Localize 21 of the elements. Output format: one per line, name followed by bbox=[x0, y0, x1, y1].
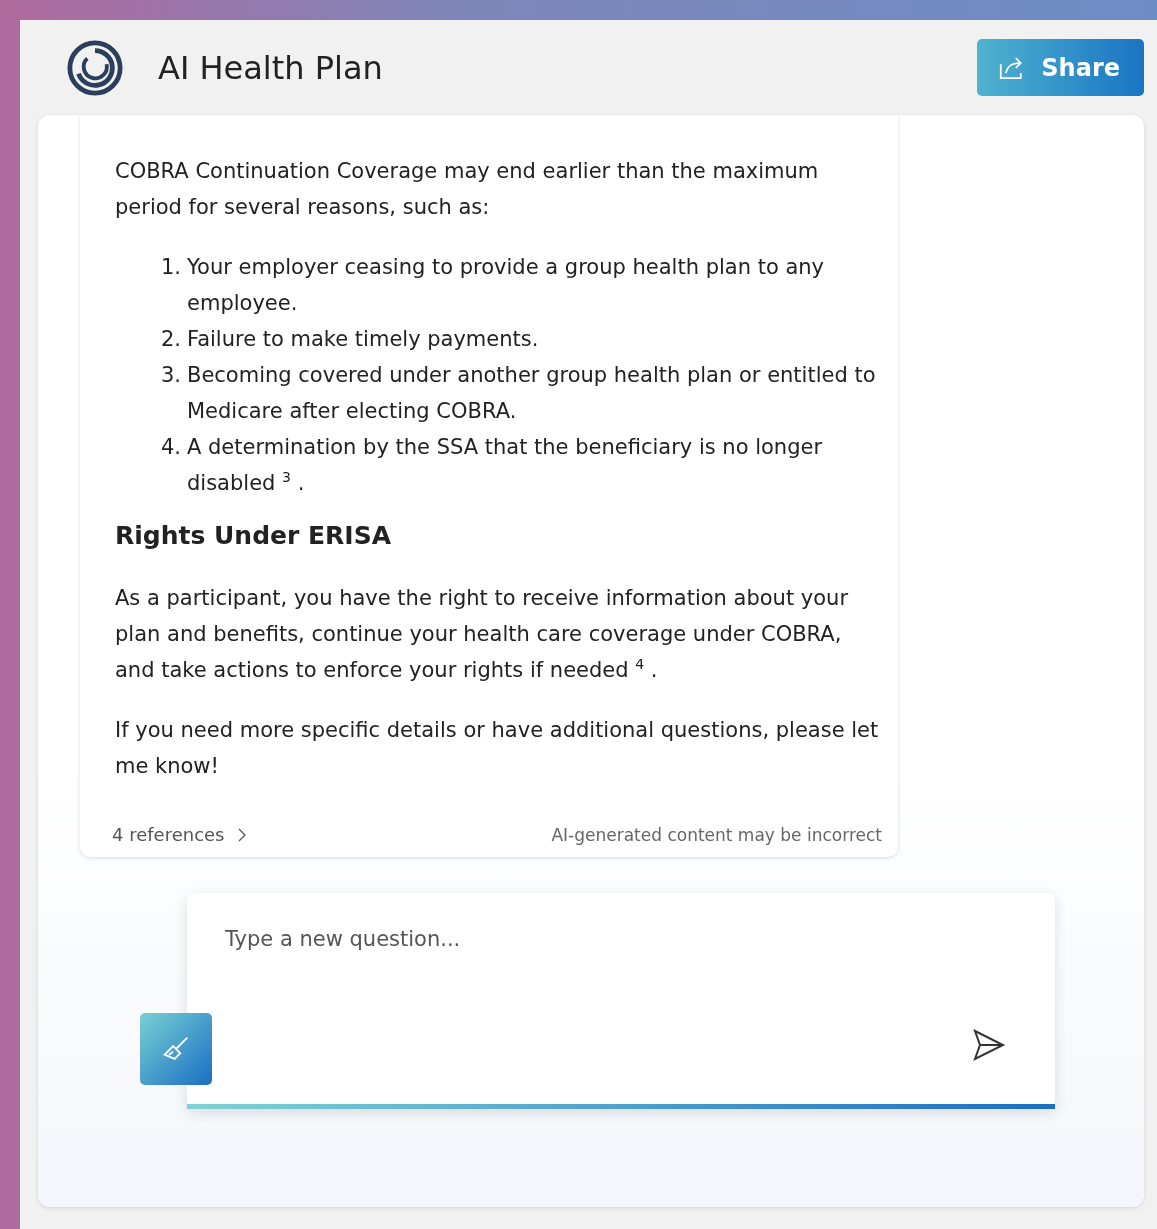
list-number: 3. bbox=[161, 362, 183, 389]
answer-paragraph: If you need more specific details or have additional questions, please let me know! bbox=[115, 717, 880, 780]
question-field[interactable]: Type a new question... bbox=[223, 926, 927, 952]
section-heading: Rights Under ERISA bbox=[115, 521, 392, 550]
chevron-right-icon bbox=[236, 826, 247, 843]
list-item: Failure to make timely payments. bbox=[187, 326, 539, 353]
list-item: Your employer ceasing to provide a group health plan to any employee. bbox=[187, 254, 825, 317]
share-button[interactable]: Share bbox=[977, 39, 1144, 96]
disclaimer-text: AI-generated content may be incorrect bbox=[551, 824, 882, 845]
send-icon[interactable] bbox=[971, 1027, 1007, 1063]
answer-paragraph: As a participant, you have the right to receive information about your plan and benefits, continue your health care coverage under COBRA, and take actions to enforce your rights if needed $^{4}$ . bbox=[115, 585, 850, 684]
references-link[interactable]: 4 references bbox=[112, 824, 247, 845]
logo-icon bbox=[66, 38, 124, 97]
app-title: AI Health Plan bbox=[158, 48, 384, 87]
list-item: Becoming covered under another group health plan or entitled to Medicare after electing COBRA. bbox=[187, 362, 877, 425]
clear-chat-button[interactable] bbox=[140, 1013, 212, 1085]
list-item: A determination by the SSA that the beneficiary is no longer disabled $^{3}$ . bbox=[187, 434, 824, 497]
list-number: 1. bbox=[161, 254, 183, 281]
answer-paragraph: COBRA Continuation Coverage may end earlier than the maximum period for several reasons, such as: bbox=[115, 158, 820, 221]
list-number: 2. bbox=[161, 326, 183, 353]
list-number: 4. bbox=[161, 434, 183, 461]
